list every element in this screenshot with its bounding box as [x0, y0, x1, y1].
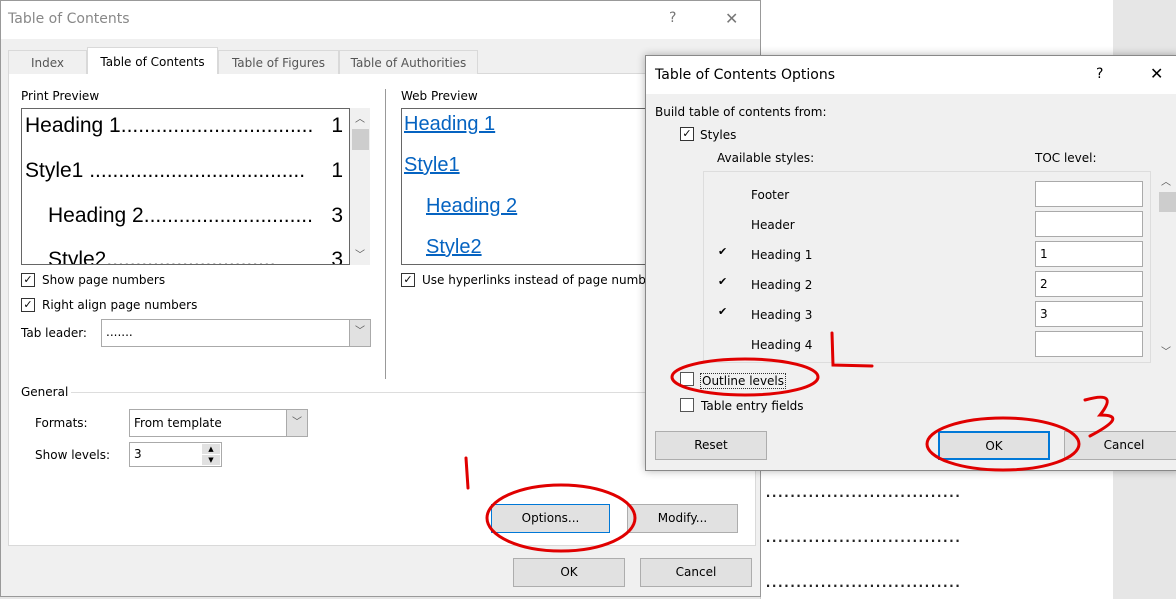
annotation-circle-outline — [670, 357, 820, 397]
annotation-overlay — [464, 331, 1115, 553]
annotation-number-1 — [464, 456, 470, 490]
annotation-circle-options — [485, 483, 637, 553]
annotation-number-3 — [1083, 395, 1115, 438]
annotation-number-2 — [830, 331, 874, 368]
annotation-circle-ok — [925, 416, 1081, 472]
